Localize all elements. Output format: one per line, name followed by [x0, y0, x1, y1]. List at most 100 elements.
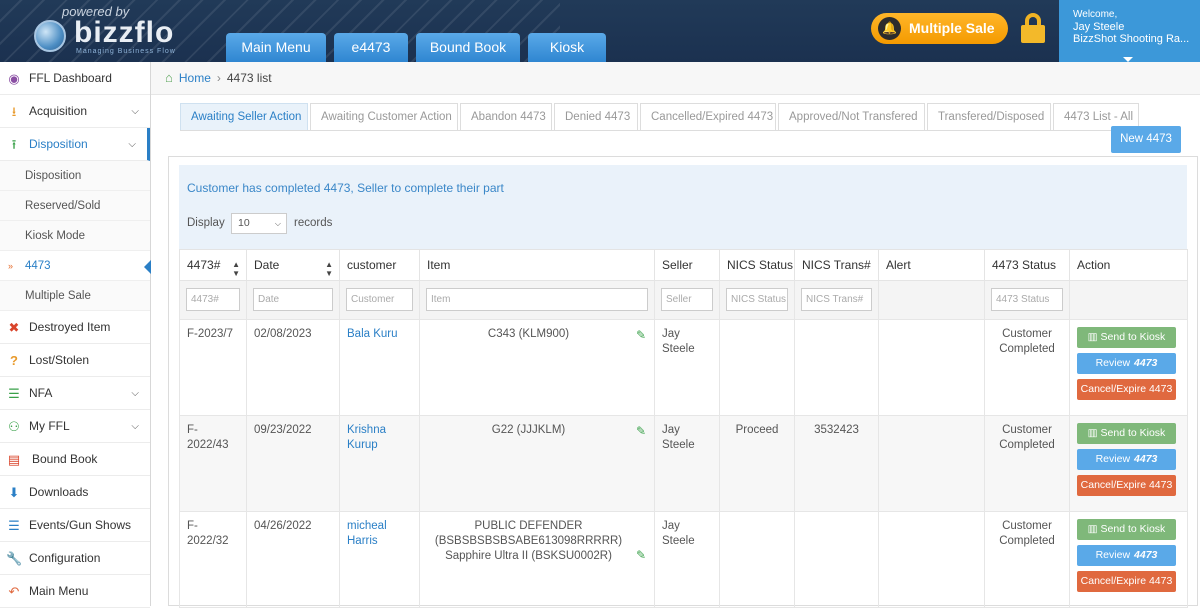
cell-customer: Bala Kuru [339, 319, 420, 416]
top-bar: powered by bizzflo Managing Business Flo… [0, 0, 1200, 62]
sidebar-item-events-gun-shows[interactable]: ☰ Events/Gun Shows [0, 509, 150, 542]
cell-4473-status: Customer Completed [984, 319, 1070, 416]
filter-4473-input[interactable]: 4473# [186, 288, 240, 311]
sidebar-item-downloads[interactable]: ⬇ Downloads [0, 476, 150, 509]
globe-icon [34, 20, 66, 52]
cancel-expire-4473-button[interactable]: Cancel/Expire 4473 [1077, 571, 1176, 592]
users-icon: ⚇ [8, 419, 20, 434]
lock-icon[interactable] [1021, 13, 1045, 43]
filter-cell: Item [419, 280, 655, 320]
sidebar-sub-reserved-sold[interactable]: Reserved/Sold [0, 191, 150, 221]
header-label: Date [254, 258, 280, 272]
sidebar-item-configuration[interactable]: 🔧 Configuration [0, 542, 150, 575]
edit-icon[interactable]: ✎ [636, 328, 646, 343]
cell-item: PUBLIC DEFENDER (BSBSBSBSBSABE613098RRRR… [419, 511, 655, 608]
cell-nics-trans: 3532423 [794, 415, 879, 512]
filter-cell-empty [878, 280, 985, 320]
new-4473-button[interactable]: New 4473 [1111, 126, 1181, 153]
sort-icon: ▲ ▼ [232, 260, 240, 278]
forms-table: 4473# ▲ ▼ Date ▲ ▼ customer Item Seller NICS… [179, 249, 1188, 608]
cell-seller: Jay Steele [654, 511, 720, 608]
customer-link[interactable]: Bala Kuru [347, 328, 398, 340]
review-4473-button[interactable]: Review 4473 [1077, 353, 1176, 374]
review-4473-button[interactable]: Review 4473 [1077, 545, 1176, 566]
column-header-item: Item [419, 249, 655, 281]
item-text: C343 (KLM900) [487, 328, 570, 340]
page-size-select[interactable]: 10 ⌵ [231, 213, 287, 234]
cell-nics-status [719, 319, 795, 416]
cancel-expire-4473-button[interactable]: Cancel/Expire 4473 [1077, 475, 1176, 496]
nav-tab-e4473[interactable]: e4473 [334, 33, 408, 62]
sidebar-sub-disposition[interactable]: Disposition [0, 161, 150, 191]
send-to-kiosk-button[interactable]: ▥ Send to Kiosk [1077, 423, 1176, 444]
info-bar: Customer has completed 4473, Seller to c… [179, 165, 1187, 249]
nav-tab-bound-book[interactable]: Bound Book [416, 33, 520, 62]
filter-customer-input[interactable]: Customer [346, 288, 413, 311]
sidebar-sub-4473[interactable]: » 4473 [0, 251, 151, 281]
cancel-expire-4473-button[interactable]: Cancel/Expire 4473 [1077, 379, 1176, 400]
sidebar-item-label: Downloads [29, 485, 89, 499]
sidebar-item-label: Bound Book [32, 452, 98, 466]
sidebar-item-my-ffl[interactable]: ⚇ My FFL ⌵ [0, 410, 150, 443]
sidebar-item-lost-stolen[interactable]: ? Lost/Stolen [0, 344, 150, 377]
cell-nics-status [719, 511, 795, 608]
filter-date-input[interactable]: Date [253, 288, 333, 311]
x-icon: ✖ [8, 320, 20, 335]
bizzflo-logo[interactable]: powered by bizzflo Managing Business Flo… [28, 4, 188, 56]
wrench-icon: 🔧 [6, 551, 23, 566]
sidebar-item-ffl-dashboard[interactable]: ◉ FFL Dashboard [0, 62, 150, 95]
sidebar-item-disposition[interactable]: ⭱ Disposition ⌵ [0, 128, 150, 161]
upload-tray-icon: ⭱ [11, 137, 17, 152]
customer-link[interactable]: Krishna Kurup [347, 424, 386, 451]
home-icon[interactable]: ⌂ [165, 70, 173, 85]
column-header-4473[interactable]: 4473# ▲ ▼ [179, 249, 247, 281]
breadcrumb: ⌂ Home › 4473 list [151, 62, 1200, 95]
tab-abandon-4473[interactable]: Abandon 4473 [460, 103, 552, 130]
user-menu[interactable]: Welcome, Jay Steele BizzShot Shooting Ra… [1059, 0, 1200, 62]
edit-icon[interactable]: ✎ [636, 548, 646, 563]
sidebar-item-acquisition[interactable]: ⭳ Acquisition ⌵ [0, 95, 150, 128]
sidebar-item-nfa[interactable]: ☰ NFA ⌵ [0, 377, 150, 410]
sidebar: ◉ FFL Dashboard ⭳ Acquisition ⌵ ⭱ Dispositio… [0, 62, 151, 608]
filter-cell: NICS Trans# [794, 280, 879, 320]
tab-transfered-disposed[interactable]: Transfered/Disposed [927, 103, 1051, 130]
button-label: Review [1095, 357, 1131, 369]
sidebar-sub-multiple-sale[interactable]: Multiple Sale [0, 281, 150, 311]
sidebar-item-label: Configuration [29, 551, 101, 565]
table-row: F-2022/32 04/26/2022 micheal Harris PUBL… [179, 511, 1188, 608]
sidebar-item-label: NFA [29, 386, 53, 400]
filter-seller-input[interactable]: Seller [661, 288, 713, 311]
cell-customer: Krishna Kurup [339, 415, 420, 512]
send-to-kiosk-button[interactable]: ▥ Send to Kiosk [1077, 327, 1176, 348]
customer-link[interactable]: micheal Harris [347, 520, 387, 547]
cell-nics-trans [794, 319, 879, 416]
sidebar-item-main-menu[interactable]: ↶ Main Menu [0, 575, 150, 608]
active-notch [144, 260, 151, 274]
tab-approved-not-transfered[interactable]: Approved/Not Transfered [778, 103, 925, 130]
filter-item-input[interactable]: Item [426, 288, 648, 311]
review-4473-button[interactable]: Review 4473 [1077, 449, 1176, 470]
send-to-kiosk-button[interactable]: ▥ Send to Kiosk [1077, 519, 1176, 540]
sidebar-item-bound-book[interactable]: ▤ Bound Book [0, 443, 150, 476]
tab-awaiting-customer-action[interactable]: Awaiting Customer Action [310, 103, 458, 130]
filter-nics-status-input[interactable]: NICS Status [726, 288, 788, 311]
cell-alert [878, 511, 985, 608]
edit-icon[interactable]: ✎ [636, 424, 646, 439]
tab-awaiting-seller-action[interactable]: Awaiting Seller Action [180, 103, 308, 130]
sidebar-item-destroyed-item[interactable]: ✖ Destroyed Item [0, 311, 150, 344]
column-header-date[interactable]: Date ▲ ▼ [246, 249, 340, 281]
sidebar-sub-kiosk-mode[interactable]: Kiosk Mode [0, 221, 150, 251]
multiple-sale-button[interactable]: 🔔 Multiple Sale [871, 13, 1008, 44]
sidebar-item-label: Destroyed Item [29, 320, 111, 334]
sidebar-item-label: My FFL [29, 419, 70, 433]
filter-nics-trans-input[interactable]: NICS Trans# [801, 288, 872, 311]
tab-denied-4473[interactable]: Denied 4473 [554, 103, 638, 130]
nav-tab-main-menu[interactable]: Main Menu [226, 33, 326, 62]
book-icon: ▤ [7, 452, 21, 467]
table-row: F-2022/43 09/23/2022 Krishna Kurup G22 (… [179, 415, 1188, 512]
breadcrumb-home[interactable]: Home [179, 71, 211, 85]
filter-4473-status-input[interactable]: 4473 Status [991, 288, 1063, 311]
tab-cancelled-expired-4473[interactable]: Cancelled/Expired 4473 [640, 103, 776, 130]
nav-tab-kiosk[interactable]: Kiosk [528, 33, 606, 62]
column-header-customer: customer [339, 249, 420, 281]
